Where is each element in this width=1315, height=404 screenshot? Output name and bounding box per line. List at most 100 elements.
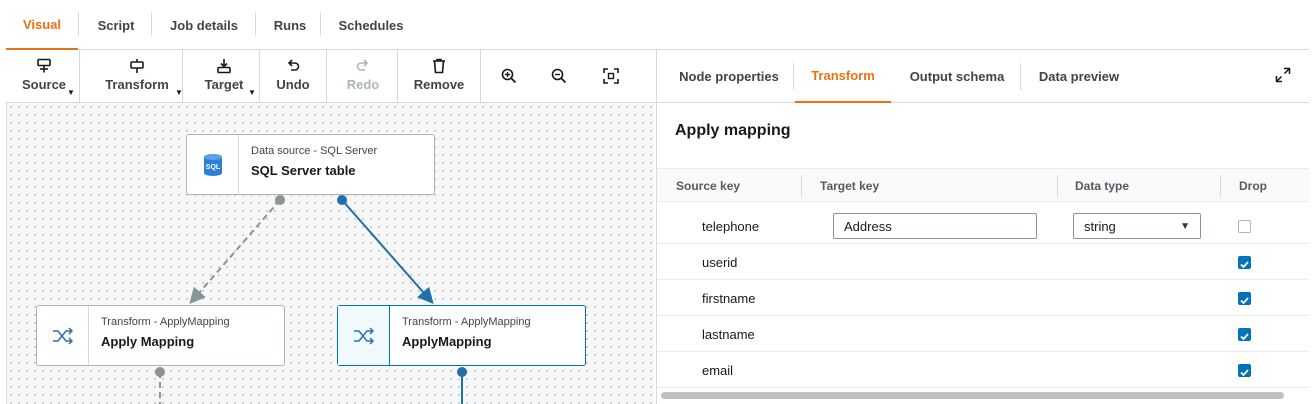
target-key-input[interactable]: Address <box>833 213 1037 239</box>
redo-button[interactable]: Redo <box>338 50 388 102</box>
column-divider <box>1220 175 1221 197</box>
checkmark-icon <box>1240 261 1249 269</box>
expand-icon[interactable] <box>1275 67 1291 83</box>
drop-checkbox[interactable] <box>1238 292 1251 305</box>
drop-checkbox[interactable] <box>1238 364 1251 377</box>
tab-runs[interactable]: Runs <box>261 0 319 50</box>
node-sql-server-source[interactable]: SQL Data source - SQL Server SQL Server … <box>186 134 435 195</box>
panel-title: Apply mapping <box>675 122 791 139</box>
column-divider <box>801 175 802 197</box>
drop-checkbox[interactable] <box>1238 328 1251 341</box>
tab-node-properties[interactable]: Node properties <box>665 50 793 103</box>
edge-applymapping-out[interactable] <box>457 367 467 404</box>
shuffle-icon <box>52 326 73 345</box>
undo-button-label: Undo <box>276 77 310 92</box>
chevron-down-icon: ▼ <box>67 88 75 97</box>
tab-output-schema[interactable]: Output schema <box>897 50 1017 103</box>
drop-checkbox[interactable] <box>1238 220 1251 233</box>
source-key-cell: firstname <box>702 290 756 306</box>
tab-divider <box>1020 63 1021 90</box>
source-key-cell: telephone <box>702 218 760 234</box>
tab-schedules[interactable]: Schedules <box>326 0 416 50</box>
trash-icon <box>433 58 445 74</box>
edge-apply-mapping-out[interactable] <box>155 367 165 404</box>
toolbar-divider <box>397 50 398 102</box>
table-row: telephone Address string ▼ <box>657 208 1309 244</box>
fit-to-screen-icon[interactable] <box>602 67 620 85</box>
source-key-cell: email <box>702 362 734 378</box>
undo-icon <box>287 59 300 71</box>
target-icon <box>217 59 231 74</box>
column-header-source-key: Source key <box>676 179 741 193</box>
database-icon: SQL <box>203 153 222 176</box>
database-icon-label: SQL <box>205 164 220 171</box>
table-row: userid <box>657 244 1309 280</box>
canvas-toolbar: Source ▼ Transform ▼ Target ▼ Undo Redo … <box>6 50 656 103</box>
node-type-label: Transform - ApplyMapping <box>402 316 531 328</box>
column-header-drop: Drop <box>1239 179 1267 193</box>
target-button-label: Target <box>204 77 244 92</box>
table-row: firstname <box>657 280 1309 316</box>
transform-button[interactable]: Transform ▼ <box>94 50 183 102</box>
tab-transform[interactable]: Transform <box>795 50 891 103</box>
edge-source-to-applymapping[interactable] <box>337 195 434 305</box>
node-applymapping-selected[interactable]: Transform - ApplyMapping ApplyMapping <box>337 305 586 366</box>
target-button[interactable]: Target ▼ <box>196 50 256 102</box>
tab-divider <box>793 63 794 90</box>
checkmark-icon <box>1240 369 1249 377</box>
toolbar-divider <box>259 50 260 102</box>
data-type-value: string <box>1084 218 1116 234</box>
checkmark-icon <box>1240 333 1249 341</box>
toolbar-divider <box>79 50 80 102</box>
node-name: SQL Server table <box>251 163 356 178</box>
tab-divider <box>255 12 256 36</box>
data-type-select[interactable]: string ▼ <box>1073 213 1201 239</box>
node-icon-box <box>338 306 390 365</box>
transform-button-label: Transform <box>105 77 169 92</box>
horizontal-scrollbar[interactable] <box>661 392 1284 399</box>
tab-script[interactable]: Script <box>86 0 146 50</box>
node-type-label: Data source - SQL Server <box>251 145 378 157</box>
source-button-label: Source <box>21 77 67 92</box>
transform-icon <box>130 59 144 73</box>
properties-panel: Node properties Transform Output schema … <box>656 50 1309 404</box>
toolbar-divider <box>326 50 327 102</box>
toolbar-divider <box>480 50 481 102</box>
undo-button[interactable]: Undo <box>268 50 318 102</box>
source-key-cell: userid <box>702 254 738 270</box>
panel-tab-bar: Node properties Transform Output schema … <box>657 50 1309 103</box>
table-row: lastname <box>657 316 1309 352</box>
toolbar-divider <box>182 50 183 102</box>
tab-visual[interactable]: Visual <box>6 0 78 50</box>
source-key-cell: lastname <box>702 326 755 342</box>
node-icon-box <box>37 306 89 365</box>
tab-job-details[interactable]: Job details <box>158 0 250 50</box>
node-icon-box: SQL <box>187 135 239 194</box>
checkmark-icon <box>1240 297 1249 305</box>
top-tab-bar: Visual Script Job details Runs Schedules <box>6 0 1309 50</box>
caret-down-icon: ▼ <box>1180 220 1190 232</box>
source-button[interactable]: Source ▼ <box>16 50 75 102</box>
redo-button-label: Redo <box>346 77 380 92</box>
column-header-target-key: Target key <box>820 179 880 193</box>
redo-icon <box>356 59 369 71</box>
drop-checkbox[interactable] <box>1238 256 1251 269</box>
remove-button[interactable]: Remove <box>410 50 468 102</box>
source-icon <box>37 58 51 73</box>
remove-button-label: Remove <box>413 77 465 92</box>
node-apply-mapping[interactable]: Transform - ApplyMapping Apply Mapping <box>36 305 285 366</box>
node-type-label: Transform - ApplyMapping <box>101 316 230 328</box>
shuffle-icon <box>353 326 374 345</box>
tab-divider <box>320 12 321 36</box>
chevron-down-icon: ▼ <box>248 88 256 97</box>
zoom-in-icon[interactable] <box>500 67 518 85</box>
table-row: email <box>657 352 1309 388</box>
visual-canvas[interactable]: SQL Data source - SQL Server SQL Server … <box>7 103 655 404</box>
node-name: Apply Mapping <box>101 334 195 349</box>
tab-data-preview[interactable]: Data preview <box>1027 50 1131 103</box>
mapping-table-header: Source key Target key Data type Drop <box>657 168 1309 202</box>
tab-divider <box>78 12 79 36</box>
edge-source-to-apply-mapping[interactable] <box>189 195 285 305</box>
zoom-out-icon[interactable] <box>550 67 568 85</box>
column-divider <box>1057 175 1058 197</box>
